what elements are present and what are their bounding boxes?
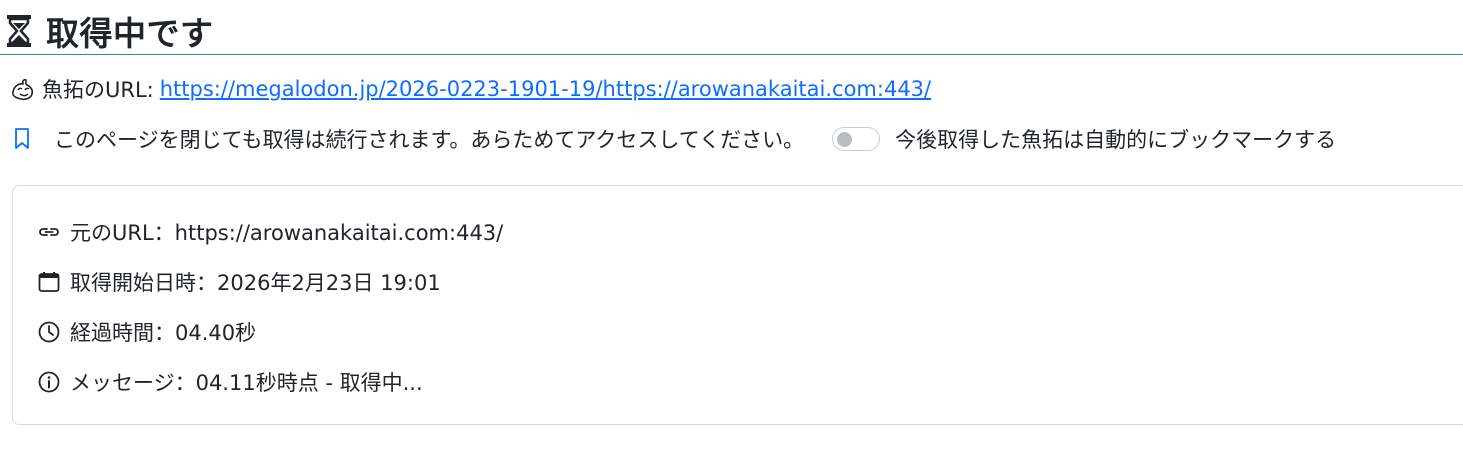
notice-row: このページを閉じても取得は続行されます。あらためてアクセスしてください。 今後取… xyxy=(12,124,1336,154)
page-title: 取得中です xyxy=(46,14,214,53)
elapsed-line: 経過時間：04.40秒 xyxy=(37,316,256,348)
archive-url-row: 魚拓のURL: https://megalodon.jp/2026-0223-1… xyxy=(10,74,931,104)
link-icon xyxy=(39,228,59,236)
auto-bookmark-toggle[interactable] xyxy=(832,127,881,151)
calendar-icon xyxy=(38,272,60,292)
auto-bookmark-label[interactable]: 今後取得した魚拓は自動的にブックマークする xyxy=(895,124,1336,154)
start-time-line: 取得開始日時：2026年2月23日 19:01 xyxy=(37,266,441,298)
info-card: 元のURL：https://arowanakaitai.com:443/ 取得開… xyxy=(12,185,1463,425)
start-time-text: 取得開始日時：2026年2月23日 19:01 xyxy=(70,271,441,295)
archive-url-label: 魚拓のURL: xyxy=(42,78,154,102)
clock-icon xyxy=(38,321,60,343)
page-header: 取得中です xyxy=(4,8,214,54)
page: 取得中です 魚拓のURL: https://megalodon.jp/2026-… xyxy=(0,0,1463,467)
message-line: メッセージ：04.11秒時点 - 取得中... xyxy=(37,366,423,398)
notice-text: このページを閉じても取得は続行されます。あらためてアクセスしてください。 xyxy=(54,128,805,152)
elapsed-text: 経過時間：04.40秒 xyxy=(70,321,257,345)
message-text: メッセージ：04.11秒時点 - 取得中... xyxy=(70,371,423,395)
bookmark-icon[interactable] xyxy=(12,127,32,151)
title-divider xyxy=(0,54,1463,55)
fish-icon xyxy=(12,78,34,101)
original-url-text: 元のURL：https://arowanakaitai.com:443/ xyxy=(70,221,504,245)
hourglass-icon xyxy=(7,15,31,47)
archive-url-link[interactable]: https://megalodon.jp/2026-0223-1901-19/h… xyxy=(160,77,931,101)
original-url-line: 元のURL：https://arowanakaitai.com:443/ xyxy=(37,216,503,248)
info-icon xyxy=(38,371,60,393)
toggle-knob xyxy=(837,132,853,147)
